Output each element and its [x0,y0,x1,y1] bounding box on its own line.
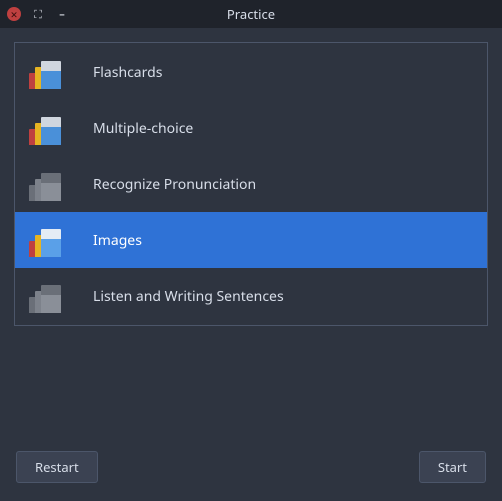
window-maximize-button[interactable]: ⛶ [28,4,48,24]
content-area: Flashcards Multiple-choice Recognize Pro… [0,28,502,501]
titlebar-controls: ✕ ⛶ – [0,4,76,24]
dialog-buttons: Restart Start [14,451,488,487]
mode-label: Recognize Pronunciation [93,175,256,194]
close-icon: ✕ [7,7,21,21]
window-minimize-button[interactable]: – [52,4,72,24]
spacer [14,326,488,437]
cards-icon [29,55,63,89]
mode-item-multiple-choice[interactable]: Multiple-choice [15,100,487,156]
cards-icon [29,111,63,145]
mode-label: Flashcards [93,63,162,82]
minimize-icon: – [59,9,65,20]
cards-icon [29,279,63,313]
maximize-icon: ⛶ [34,9,42,20]
cards-icon [29,223,63,257]
start-button[interactable]: Start [419,451,486,483]
mode-label: Multiple-choice [93,119,193,138]
window-close-button[interactable]: ✕ [4,4,24,24]
restart-button[interactable]: Restart [16,451,98,483]
titlebar: ✕ ⛶ – Practice [0,0,502,28]
cards-icon [29,167,63,201]
mode-item-listen-writing[interactable]: Listen and Writing Sentences [15,268,487,324]
practice-window: ✕ ⛶ – Practice Flashcards [0,0,502,501]
mode-label: Images [93,231,142,250]
mode-label: Listen and Writing Sentences [93,287,284,306]
mode-item-flashcards[interactable]: Flashcards [15,44,487,100]
mode-item-recognize-pronunciation[interactable]: Recognize Pronunciation [15,156,487,212]
practice-mode-list: Flashcards Multiple-choice Recognize Pro… [14,42,488,326]
mode-item-images[interactable]: Images [15,212,487,268]
